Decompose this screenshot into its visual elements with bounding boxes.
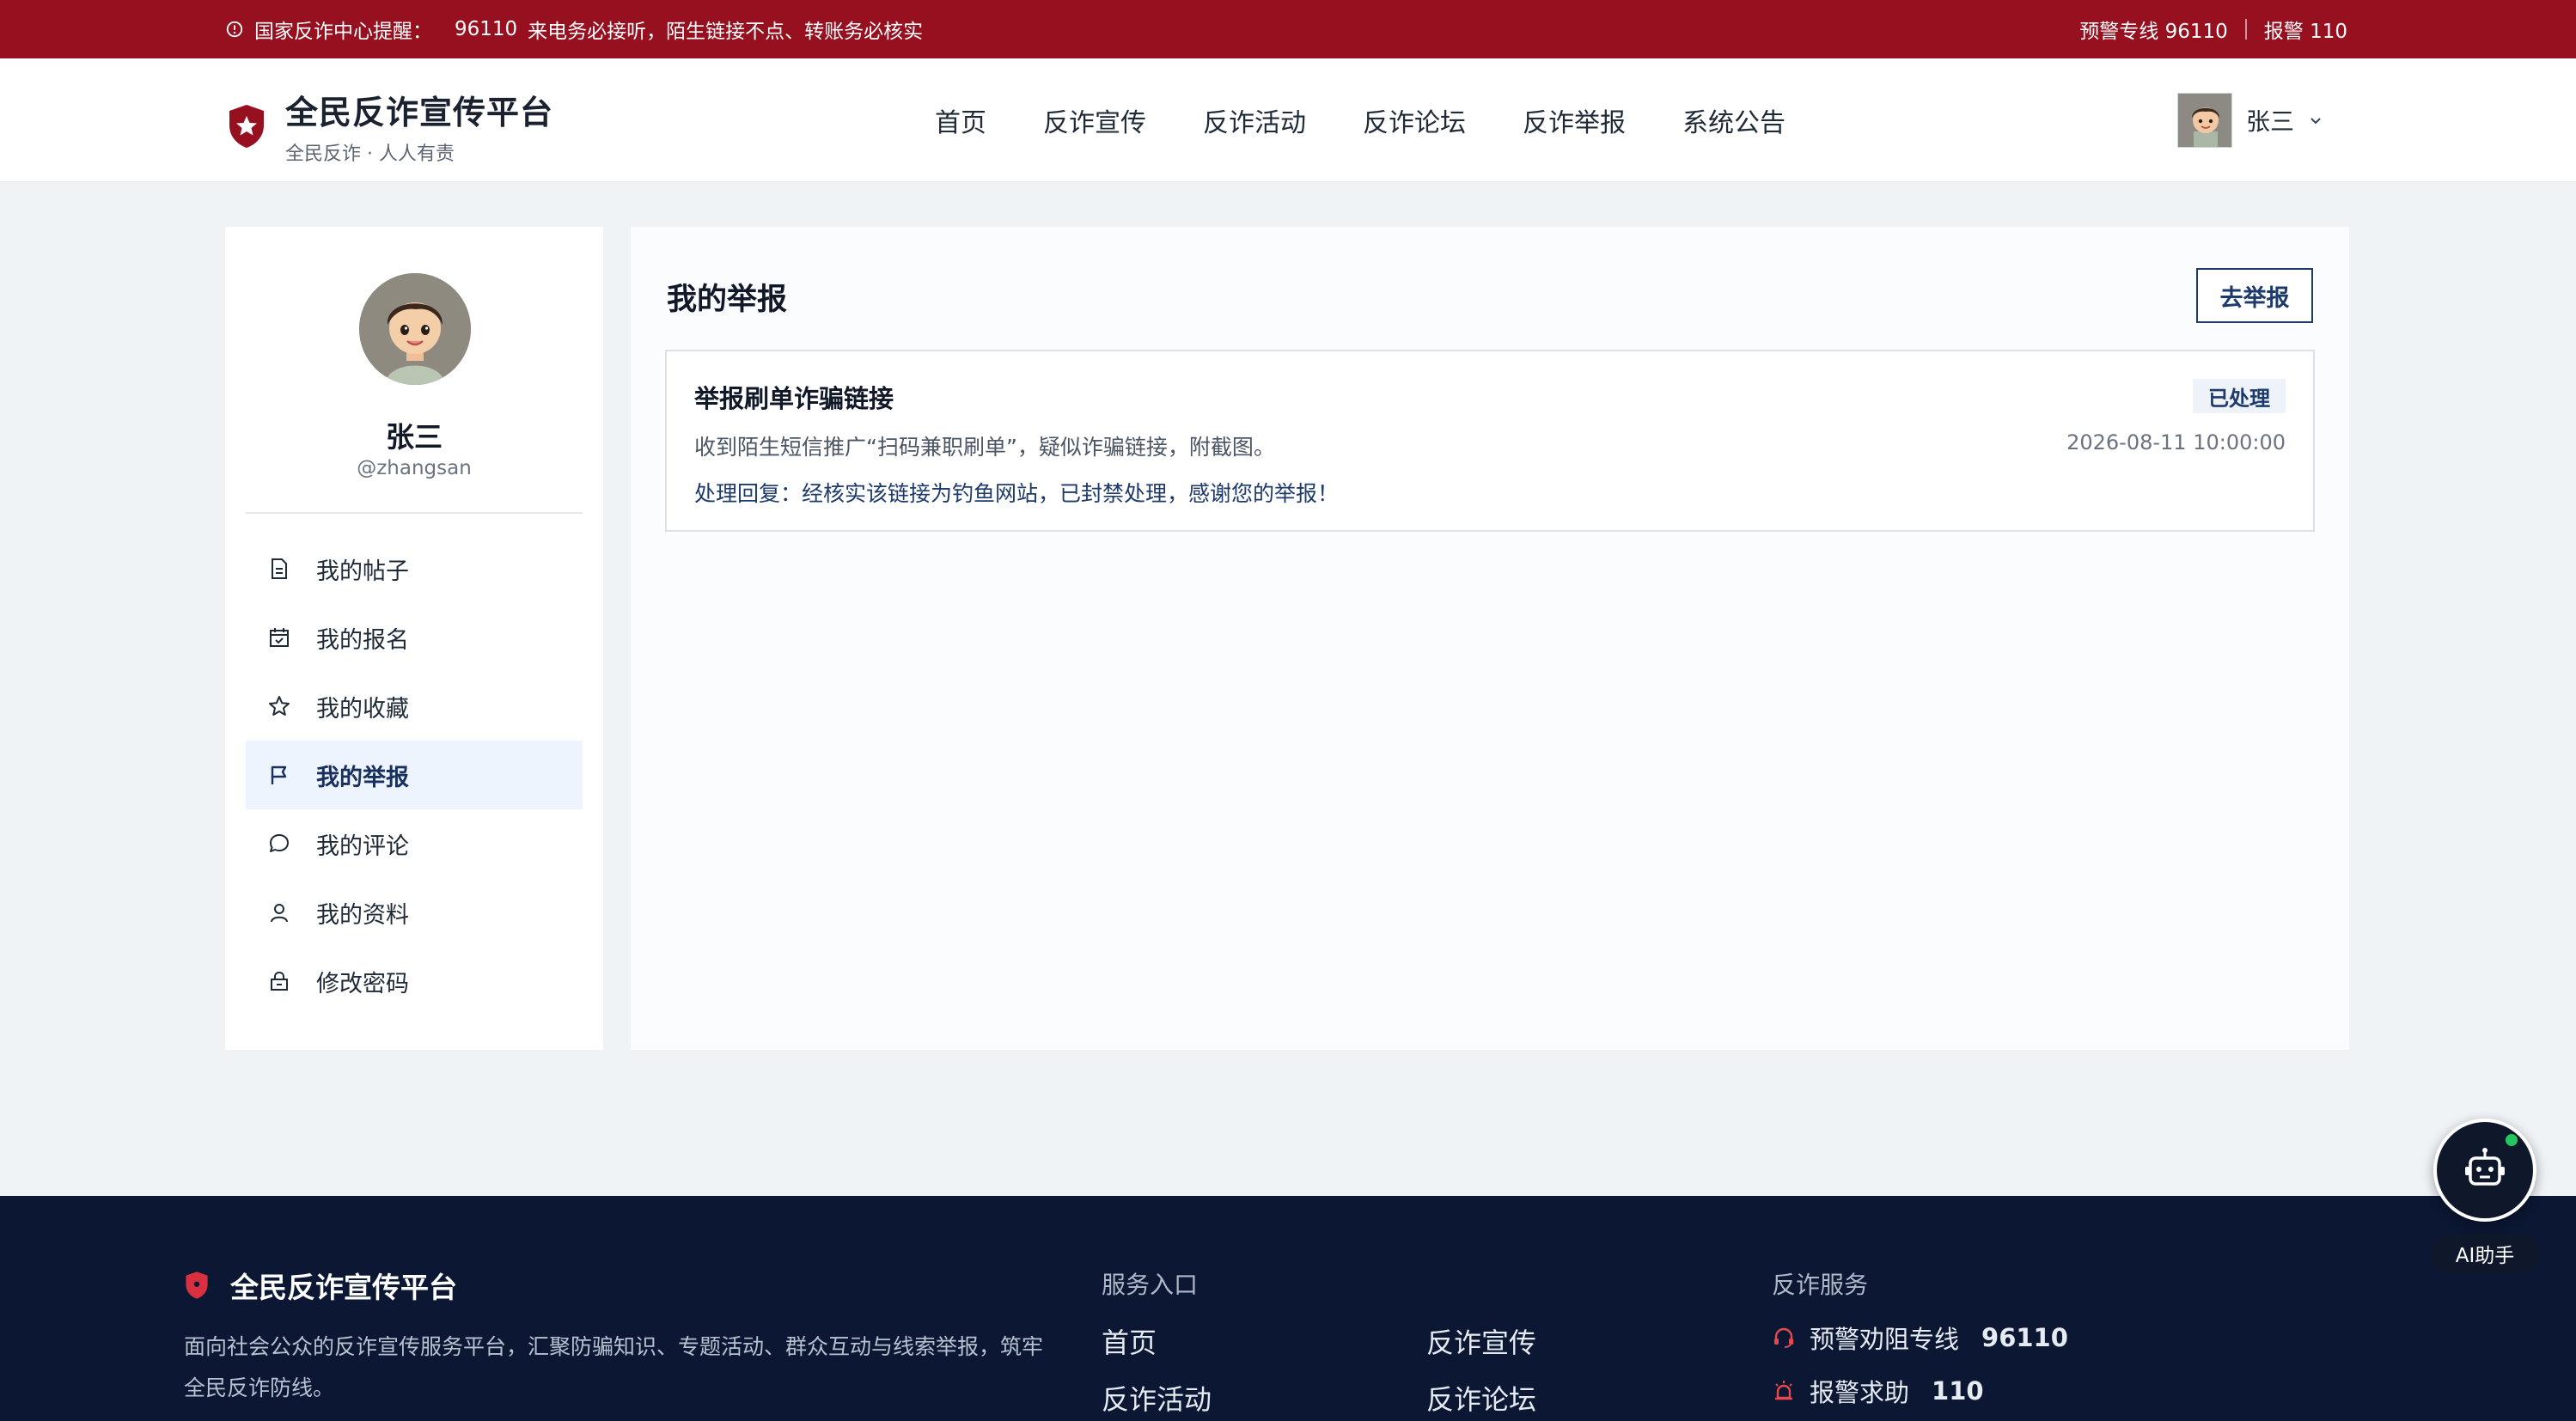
nav-home[interactable]: 首页 xyxy=(935,101,986,139)
alert-notice: 国家反诈中心提醒： 96110 来电务必接听，陌生链接不点、转账务必核实 xyxy=(225,15,923,44)
document-icon xyxy=(266,556,292,582)
profile-handle: @zhangsan xyxy=(357,457,472,479)
nav-report[interactable]: 反诈举报 xyxy=(1523,101,1626,139)
status-badge: 已处理 xyxy=(2193,379,2286,413)
shield-logo-icon xyxy=(184,1271,210,1300)
brand-title: 全民反诈宣传平台 xyxy=(285,94,554,131)
main-nav: 首页 反诈宣传 反诈活动 反诈论坛 反诈举报 系统公告 xyxy=(935,58,1785,182)
alarm-icon xyxy=(1772,1379,1796,1403)
menu-label: 修改密码 xyxy=(316,970,409,997)
footer-link-forum[interactable]: 反诈论坛 xyxy=(1426,1378,1536,1418)
profile-divider xyxy=(246,512,583,514)
menu-my-reports[interactable]: 我的举报 xyxy=(246,741,583,809)
ai-assistant-button[interactable] xyxy=(2433,1119,2536,1222)
ai-assistant-label[interactable]: AI助手 xyxy=(2430,1234,2540,1273)
footer-description: 面向社会公众的反诈宣传服务平台，汇聚防骗知识、专题活动、群众互动与线索举报，筑牢… xyxy=(184,1334,1044,1400)
alert-notice-label: 国家反诈中心提醒： xyxy=(254,21,432,43)
menu-my-registrations[interactable]: 我的报名 xyxy=(246,603,583,672)
comment-icon xyxy=(266,831,292,857)
site-footer: 全民反诈宣传平台 面向社会公众的反诈宣传服务平台，汇聚防骗知识、专题活动、群众互… xyxy=(0,1196,2576,1421)
menu-label: 我的评论 xyxy=(316,832,409,860)
report-title: 举报刷单诈骗链接 xyxy=(694,384,894,413)
menu-label: 我的举报 xyxy=(316,764,409,791)
robot-icon xyxy=(2460,1145,2510,1195)
info-icon xyxy=(225,20,244,39)
brand-subtitle: 全民反诈 · 人人有责 xyxy=(285,143,455,165)
site-header: 全民反诈宣传平台 全民反诈 · 人人有责 首页 反诈宣传 反诈活动 反诈论坛 反… xyxy=(0,58,2576,182)
nav-activities[interactable]: 反诈活动 xyxy=(1203,101,1306,139)
report-timestamp: 2026-08-11 10:00:00 xyxy=(2066,430,2286,454)
profile-name: 张三 xyxy=(386,420,443,454)
menu-my-favorites[interactable]: 我的收藏 xyxy=(246,672,583,741)
footer-hotline: 预警劝阻专线 96110 xyxy=(1772,1320,2068,1356)
reports-panel: 我的举报 去举报 举报刷单诈骗链接 已处理 收到陌生短信推广“扫码兼职刷单”，疑… xyxy=(631,227,2349,1050)
user-menu[interactable]: 张三 xyxy=(2177,93,2323,148)
footer-service-entry-title: 服务入口 xyxy=(1102,1271,1199,1299)
footer-link-home[interactable]: 首页 xyxy=(1102,1321,1157,1361)
nav-propaganda[interactable]: 反诈宣传 xyxy=(1043,101,1146,139)
report-reply: 处理回复：经核实该链接为钓鱼网站，已封禁处理，感谢您的举报！ xyxy=(694,481,1340,506)
headset-icon xyxy=(1772,1326,1796,1350)
footer-anti-fraud-title: 反诈服务 xyxy=(1772,1271,1869,1299)
report-description: 收到陌生短信推广“扫码兼职刷单”，疑似诈骗链接，附截图。 xyxy=(694,435,1275,460)
profile-avatar xyxy=(359,273,471,385)
footer-brand: 全民反诈宣传平台 xyxy=(184,1265,457,1306)
footer-police: 报警求助 110 xyxy=(1772,1373,1984,1409)
footer-link-activities[interactable]: 反诈活动 xyxy=(1102,1378,1212,1418)
brand-logo-link[interactable]: 全民反诈宣传平台 全民反诈 · 人人有责 xyxy=(227,86,553,166)
footer-hotline-label: 预警劝阻专线 xyxy=(1810,1325,1960,1354)
profile-sidebar: 张三 @zhangsan 我的帖子 我的报名 我的收藏 我的举报 我的评论 我的… xyxy=(225,227,603,1050)
report-card[interactable]: 举报刷单诈骗链接 已处理 收到陌生短信推广“扫码兼职刷单”，疑似诈骗链接，附截图… xyxy=(665,350,2315,532)
page-title: 我的举报 xyxy=(667,283,788,317)
footer-brand-title: 全民反诈宣传平台 xyxy=(230,1271,457,1304)
menu-my-posts[interactable]: 我的帖子 xyxy=(246,534,583,603)
footer-hotline-number: 96110 xyxy=(1981,1323,2068,1352)
user-icon xyxy=(266,900,292,925)
nav-announcements[interactable]: 系统公告 xyxy=(1682,101,1785,139)
alert-police: 报警 110 xyxy=(2263,21,2347,43)
online-indicator xyxy=(2506,1134,2518,1146)
avatar xyxy=(2177,93,2232,148)
alert-bar: 国家反诈中心提醒： 96110 来电务必接听，陌生链接不点、转账务必核实 预警专… xyxy=(0,0,2576,58)
nav-forum[interactable]: 反诈论坛 xyxy=(1363,101,1466,139)
menu-my-profile[interactable]: 我的资料 xyxy=(246,878,583,947)
menu-label: 我的资料 xyxy=(316,901,409,929)
alert-notice-number: 96110 xyxy=(455,18,518,40)
flag-icon xyxy=(266,762,292,788)
menu-label: 我的报名 xyxy=(316,626,409,654)
user-name: 张三 xyxy=(2246,107,2295,136)
profile-menu: 我的帖子 我的报名 我的收藏 我的举报 我的评论 我的资料 修改密码 xyxy=(246,534,583,1015)
lock-icon xyxy=(266,968,292,994)
footer-link-propaganda[interactable]: 反诈宣传 xyxy=(1426,1321,1536,1361)
shield-logo-icon xyxy=(227,103,266,149)
menu-my-comments[interactable]: 我的评论 xyxy=(246,809,583,878)
alert-notice-text: 来电务必接听，陌生链接不点、转账务必核实 xyxy=(528,21,924,43)
menu-label: 我的帖子 xyxy=(316,558,409,585)
menu-change-password[interactable]: 修改密码 xyxy=(246,947,583,1015)
footer-police-label: 报警求助 xyxy=(1810,1378,1910,1407)
footer-police-number: 110 xyxy=(1932,1376,1984,1406)
alert-hotline: 预警专线 96110 xyxy=(2079,21,2228,43)
star-icon xyxy=(266,693,292,719)
new-report-button[interactable]: 去举报 xyxy=(2196,268,2313,323)
alert-separator xyxy=(2244,19,2247,40)
chevron-down-icon xyxy=(2308,113,2323,128)
calendar-icon xyxy=(266,625,292,650)
menu-label: 我的收藏 xyxy=(316,695,409,723)
